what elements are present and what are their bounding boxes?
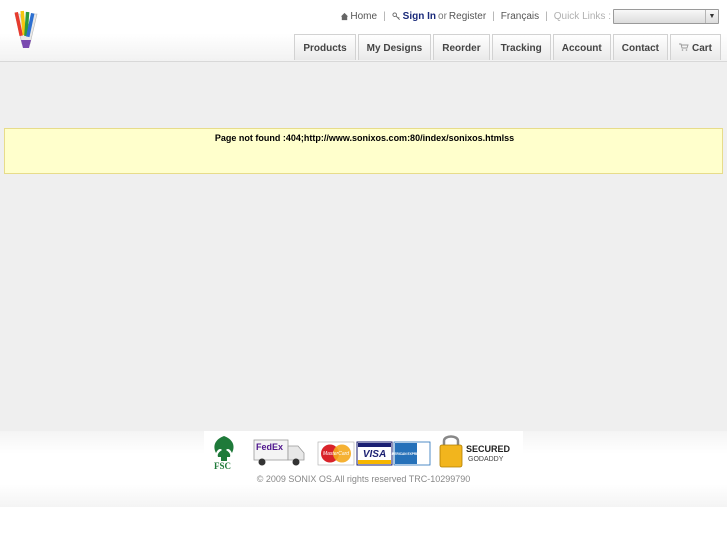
home-link[interactable]: Home [350, 11, 377, 22]
nav-cart-label: Cart [691, 43, 712, 54]
nav-reorder[interactable]: Reorder [433, 34, 490, 60]
amex-text: AMERICAN EXPRESS [389, 452, 422, 456]
amex-logo: AMERICAN EXPRESS [389, 441, 431, 466]
page-bottom [0, 507, 727, 545]
secured-badge: SECURED GODADDY [439, 435, 511, 468]
chevron-down-icon[interactable]: ▼ [705, 9, 718, 23]
nav-tracking[interactable]: Tracking [491, 34, 551, 60]
sign-in-link[interactable]: Sign In [403, 11, 436, 22]
nav-my-designs[interactable]: My Designs [357, 34, 432, 60]
main-content: Page not found :404;http://www.sonixos.c… [0, 62, 727, 431]
fsc-text: FSC [214, 461, 231, 471]
error-box: Page not found :404;http://www.sonixos.c… [4, 128, 723, 174]
key-icon [392, 11, 400, 20]
language-link[interactable]: Français [501, 11, 539, 22]
visa-logo: VISA [356, 441, 393, 466]
register-link[interactable]: Register [449, 11, 486, 22]
mastercard-logo: MasterCard [317, 441, 355, 466]
separator: | [383, 10, 386, 22]
quick-links-label: Quick Links : [553, 10, 611, 22]
copyright: © 2009 SONIX OS.All rights reserved TRC-… [256, 474, 471, 484]
logo-icon[interactable] [12, 10, 40, 50]
cart-icon [678, 43, 689, 51]
badges-strip: FSC FedEx MasterCard VISA AMERICAN EXPRE… [214, 435, 511, 471]
home-icon [341, 12, 349, 20]
quick-links-select[interactable]: ▼ [613, 8, 719, 24]
payment-badges: FSC FedEx MasterCard VISA AMERICAN EXPRE… [204, 431, 523, 472]
footer: FSC FedEx MasterCard VISA AMERICAN EXPRE… [0, 431, 727, 507]
fedex-text: FedEx [256, 442, 283, 452]
nav-cart[interactable]: Cart [669, 34, 721, 60]
secured-text: SECURED [466, 444, 511, 454]
nav-products[interactable]: Products [294, 34, 356, 60]
visa-text: VISA [363, 449, 386, 460]
nav-contact[interactable]: Contact [612, 34, 668, 60]
separator: | [545, 10, 548, 22]
main-nav: Products My Designs Reorder Tracking Acc… [292, 34, 721, 61]
error-message: Page not found :404;http://www.sonixos.c… [214, 133, 515, 143]
mastercard-text: MasterCard [323, 451, 349, 457]
fsc-logo: FSC [214, 436, 234, 471]
fedex-truck: FedEx [253, 439, 305, 466]
godaddy-text: GODADDY [468, 456, 504, 463]
top-links: Home | Sign In or Register | Français | … [340, 8, 719, 24]
nav-account[interactable]: Account [552, 34, 611, 60]
header: Home | Sign In or Register | Français | … [0, 0, 727, 62]
or-text: or [438, 10, 447, 22]
separator: | [492, 10, 495, 22]
